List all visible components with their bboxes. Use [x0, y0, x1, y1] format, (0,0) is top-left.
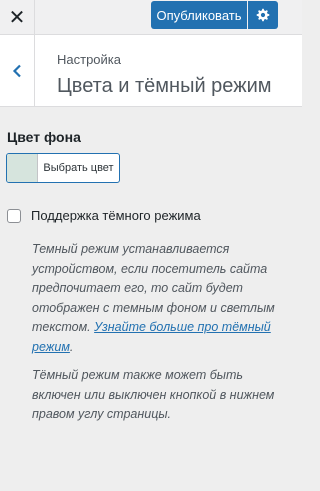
close-icon: ✕ — [8, 6, 26, 29]
dark-mode-option: Поддержка тёмного режима — [7, 208, 201, 223]
select-color-button[interactable]: Выбрать цвет — [6, 153, 120, 183]
dark-mode-description-end: . — [69, 339, 74, 354]
section-header: Настройка Цвета и тёмный режим — [0, 35, 302, 107]
dark-mode-description: Темный режим устанавливается устройством… — [32, 240, 290, 357]
dark-mode-checkbox[interactable] — [7, 208, 21, 223]
dark-mode-toggle-note: Тёмный режим также может быть включен ил… — [32, 368, 275, 421]
close-button[interactable]: ✕ — [0, 0, 35, 34]
publish-settings-button[interactable] — [248, 1, 278, 29]
background-color-label: Цвет фона — [7, 129, 81, 145]
gear-icon — [256, 8, 270, 22]
publish-button[interactable]: Опубликовать — [151, 1, 247, 29]
page-title: Цвета и тёмный режим — [57, 75, 272, 97]
select-color-label: Выбрать цвет — [43, 162, 114, 174]
breadcrumb: Настройка — [57, 52, 121, 67]
publish-group: Опубликовать — [151, 1, 278, 29]
back-button[interactable] — [0, 35, 35, 106]
chevron-left-icon — [12, 64, 21, 77]
customizer-topbar: ✕ Опубликовать — [0, 0, 302, 35]
dark-mode-checkbox-label[interactable]: Поддержка тёмного режима — [31, 208, 201, 223]
color-swatch — [7, 154, 38, 182]
